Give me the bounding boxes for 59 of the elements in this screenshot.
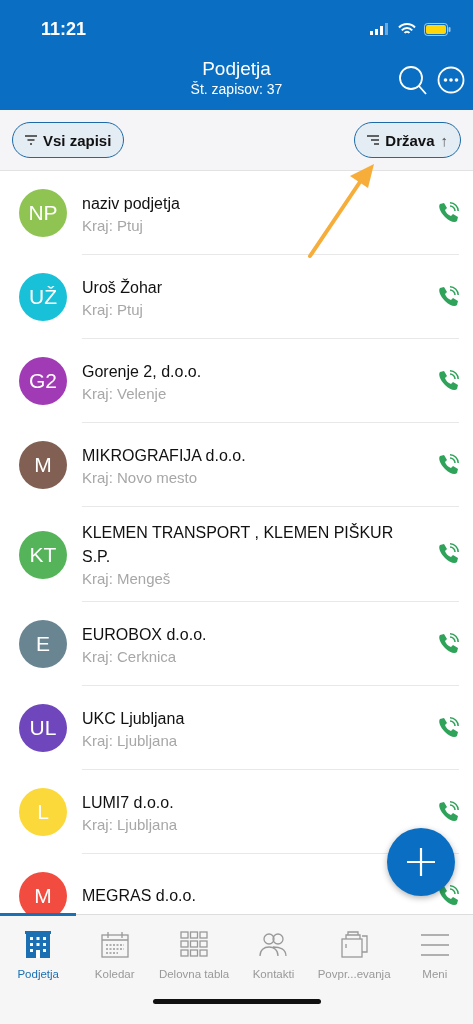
company-row[interactable]: NP naziv podjetja Kraj: Ptuj [0,171,473,255]
screen-title: Podjetja [202,58,271,80]
company-place: Kraj: Ljubljana [82,815,179,833]
company-place: Kraj: Velenje [82,384,168,402]
grid-icon [178,930,211,960]
company-name: LUMI7 d.o.o. [82,792,175,813]
company-place: Kraj: Ptuj [82,216,144,234]
sort-button[interactable]: Država ↑ [354,122,461,158]
avatar: M [19,872,67,915]
avatar: UL [19,704,67,752]
record-count: Št. zapisov: 37 [190,81,283,97]
phone-icon[interactable] [437,201,459,224]
avatar: UŽ [19,273,67,321]
sort-icon [367,135,380,145]
company-row[interactable]: G2 Gorenje 2, d.o.o. Kraj: Velenje [0,339,473,423]
company-row[interactable]: M MIKROGRAFIJA d.o.o. Kraj: Novo mesto [0,423,473,507]
filter-button[interactable]: Vsi zapisi [12,122,125,158]
more-icon[interactable] [437,66,465,94]
status-time: 11:21 [41,18,87,40]
avatar: G2 [19,357,67,405]
company-place: Kraj: Mengeš [82,570,172,587]
avatar: KT [19,530,67,579]
phone-icon[interactable] [437,543,459,565]
calendar-icon [98,930,131,960]
company-name: KLEMEN TRANSPORT , KLEMEN PIŠKUR S.P. [82,522,395,567]
company-row[interactable]: KT KLEMEN TRANSPORT , KLEMEN PIŠKUR S.P. Kraj: Mengeš [0,507,473,602]
phone-icon[interactable] [437,453,459,476]
filter-icon [25,135,37,145]
company-name: Uroš Žohar [82,277,164,298]
company-name: MEGRAS d.o.o. [82,885,197,906]
avatar: M [19,441,67,489]
signal-icon [370,23,390,35]
wifi-icon [398,22,416,36]
tab[interactable]: Podjetja [0,913,77,987]
company-place: Kraj: Ljubljana [82,731,179,749]
plus-icon [407,848,435,876]
phone-icon[interactable] [437,285,459,308]
avatar: E [19,620,67,668]
company-row[interactable]: E EUROBOX d.o.o. Kraj: Cerknica [0,602,473,686]
phone-icon[interactable] [437,716,459,739]
company-place: Kraj: Cerknica [82,647,178,665]
company-name: Gorenje 2, d.o.o. [82,361,203,382]
company-place: Kraj: Novo mesto [82,468,199,486]
company-name: naziv podjetja [82,193,181,214]
company-name: UKC Ljubljana [82,708,186,729]
avatar: L [19,788,67,836]
company-place: Kraj: Ptuj [82,300,144,318]
company-row[interactable]: UL UKC Ljubljana Kraj: Ljubljana [0,686,473,770]
search-icon[interactable] [399,66,427,96]
phone-icon[interactable] [437,800,459,823]
company-name: EUROBOX d.o.o. [82,624,208,645]
company-name: MIKROGRAFIJA d.o.o. [82,445,247,466]
phone-icon[interactable] [437,369,459,392]
company-row[interactable]: UŽ Uroš Žohar Kraj: Ptuj [0,255,473,339]
briefcase-icon [338,930,371,960]
avatar: NP [19,189,67,237]
phone-icon[interactable] [437,632,459,655]
add-button[interactable] [387,828,455,896]
battery-icon [424,22,451,36]
